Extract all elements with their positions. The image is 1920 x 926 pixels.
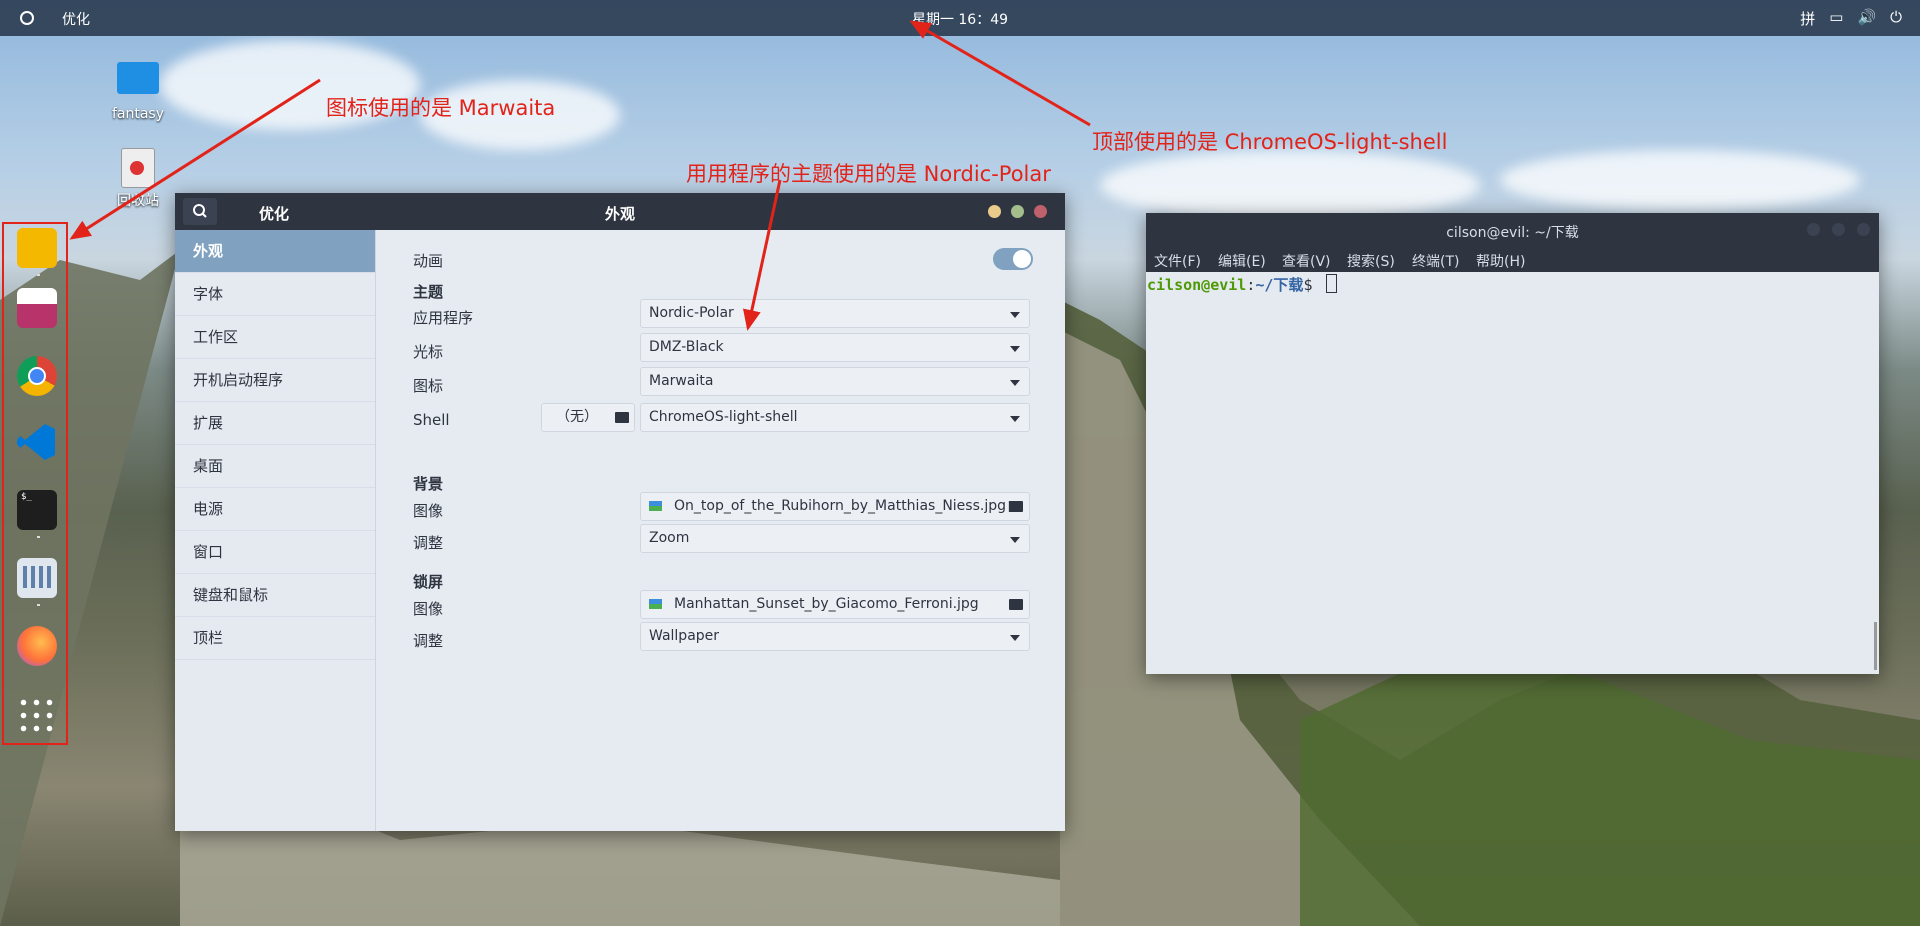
arrow-to-topbar (909, 20, 1091, 127)
arrow-to-dock (69, 78, 321, 240)
annotation-arrows (69, 20, 1091, 331)
arrow-to-app-theme (743, 179, 782, 331)
